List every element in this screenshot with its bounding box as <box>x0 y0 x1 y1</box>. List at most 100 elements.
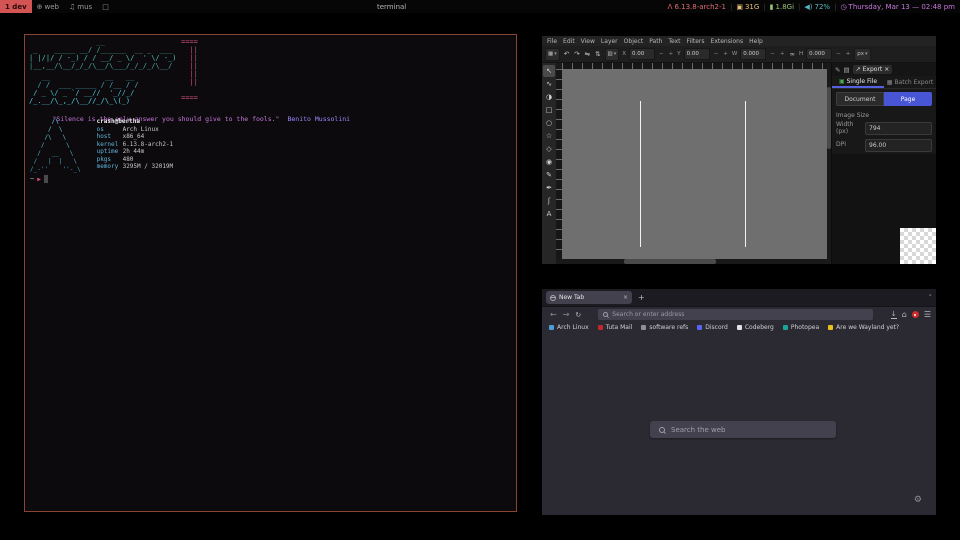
tab-batch-export[interactable]: ▦ Batch Export <box>884 76 936 88</box>
menu-filters[interactable]: Filters <box>687 38 705 45</box>
fetch-output: /\ / \ /\ \ / \ / __ \ / | | \ /_-'' ''-… <box>30 118 173 174</box>
close-tab-icon[interactable]: × <box>623 294 628 301</box>
rotate-cw-icon[interactable]: ↷ <box>573 50 580 58</box>
workspace-web[interactable]: ⊕ web <box>32 0 64 13</box>
decrement-button[interactable]: − <box>769 51 776 57</box>
flip-vertical-icon[interactable]: ⇅ <box>594 50 601 58</box>
horizontal-scrollbar[interactable] <box>562 259 827 264</box>
search-icon <box>603 312 608 317</box>
y-input[interactable]: 0.00 <box>684 48 710 60</box>
home-icon[interactable]: ⌂ <box>902 310 907 319</box>
calligraphy-tool[interactable]: ʃ <box>543 195 555 207</box>
width-row: Width (px) 794 <box>832 120 936 137</box>
x-input[interactable]: 0.00 <box>629 48 655 60</box>
increment-button[interactable]: + <box>668 51 675 57</box>
rotate-ccw-icon[interactable]: ↶ <box>563 50 570 58</box>
rectangle-tool[interactable]: □ <box>543 104 555 116</box>
increment-button[interactable]: + <box>722 51 729 57</box>
download-icon[interactable]: ↓ <box>891 311 897 319</box>
decrement-button[interactable]: − <box>658 51 665 57</box>
menu-text[interactable]: Text <box>668 38 680 45</box>
forward-button[interactable]: → <box>560 310 573 319</box>
bookmark-arch-linux[interactable]: Arch Linux <box>549 324 589 331</box>
drawing-canvas[interactable] <box>562 69 827 259</box>
shape-builder-tool[interactable]: ◑ <box>543 91 555 103</box>
width-input[interactable]: 0.000 <box>740 48 766 60</box>
menu-help[interactable]: Help <box>749 38 763 45</box>
export-dpi-input[interactable]: 96.00 <box>865 139 932 152</box>
export-dialog-tab[interactable]: ↗ Export × <box>853 65 893 74</box>
menu-view[interactable]: View <box>581 38 595 45</box>
decrement-button[interactable]: − <box>835 51 842 57</box>
menu-edit[interactable]: Edit <box>563 38 575 45</box>
rows-icon: ▥ <box>608 51 613 57</box>
close-icon[interactable]: × <box>884 66 889 73</box>
url-placeholder: Search or enter address <box>612 311 684 318</box>
reload-button[interactable]: ↻ <box>572 311 584 319</box>
scrollbar-thumb[interactable] <box>624 259 716 264</box>
url-bar[interactable]: Search or enter address <box>598 309 873 320</box>
ascii-banner-exclamation: ==== || || || || || ==== <box>181 38 198 102</box>
menu-object[interactable]: Object <box>624 38 644 45</box>
extension-icon[interactable] <box>912 311 919 318</box>
menu-path[interactable]: Path <box>649 38 662 45</box>
menu-layer[interactable]: Layer <box>601 38 618 45</box>
decrement-button[interactable]: − <box>713 51 720 57</box>
align-dropdown[interactable]: ▥ ▾ <box>605 48 620 61</box>
increment-button[interactable]: + <box>845 51 852 57</box>
web-search-input[interactable]: Search the web <box>650 421 836 438</box>
height-input[interactable]: 0.000 <box>806 48 832 60</box>
bookmark-tuta-mail[interactable]: Tuta Mail <box>598 324 633 331</box>
fetch-row-pkgs: pkgs480 <box>97 156 174 164</box>
pencil-icon[interactable]: ✎ <box>835 66 840 74</box>
document-button[interactable]: Document <box>836 92 884 106</box>
bookmark-codeberg[interactable]: Codeberg <box>737 324 774 331</box>
prompt-path: ~ <box>30 175 34 183</box>
increment-button[interactable]: + <box>779 51 786 57</box>
terminal-window[interactable]: __ _ _____ __/ /______ __ _ ___ | |/|/ /… <box>24 34 517 512</box>
units-dropdown[interactable]: px ▾ <box>854 48 870 61</box>
ellipse-tool[interactable]: ○ <box>543 117 555 129</box>
list-all-tabs-icon[interactable]: ˅ <box>929 294 933 302</box>
tool-controls-bar: ▦ ▾ ↶ ↷ ⇋ ⇅ ▥ ▾ X 0.00 − + Y 0.00 − + W … <box>542 46 936 63</box>
node-editor-tool[interactable]: ∿ <box>543 78 555 90</box>
spiral-tool[interactable]: ◉ <box>543 156 555 168</box>
shell-prompt[interactable]: ~ ▶ <box>30 175 48 183</box>
fetch-row-uptime: uptime2h 44m <box>97 148 174 156</box>
workspace-music[interactable]: ♫ mus <box>64 0 97 13</box>
tab-new-tab[interactable]: New Tab × <box>546 291 632 304</box>
bookmark-folder-software-refs[interactable]: software refs <box>641 324 688 331</box>
pen-tool[interactable]: ✒ <box>543 182 555 194</box>
flip-horizontal-icon[interactable]: ⇋ <box>584 50 591 58</box>
box3d-tool[interactable]: ◇ <box>543 143 555 155</box>
lock-ratio-icon[interactable]: ∞ <box>789 50 796 58</box>
menu-extensions[interactable]: Extensions <box>711 38 744 45</box>
vertical-scrollbar[interactable] <box>827 69 831 259</box>
browser-window[interactable]: New Tab × + ˅ ← → ↻ Search or enter addr… <box>542 289 936 515</box>
workspace-dev[interactable]: 1 dev <box>0 0 32 13</box>
selection-mode-dropdown[interactable]: ▦ ▾ <box>545 48 560 61</box>
inkscape-window[interactable]: File Edit View Layer Object Path Text Fi… <box>542 36 936 264</box>
new-tab-button[interactable]: + <box>638 293 645 302</box>
text-tool[interactable]: A <box>543 208 555 220</box>
layers-icon[interactable]: ▤ <box>843 66 849 74</box>
menu-icon[interactable]: ☰ <box>924 310 931 319</box>
workspace-label: mus <box>77 3 92 11</box>
pencil-tool[interactable]: ✎ <box>543 169 555 181</box>
export-panel: ✎ ▤ ↗ Export × ▣ Single File ▦ Ba <box>831 63 936 264</box>
personalize-gear-icon[interactable]: ⚙ <box>914 495 922 505</box>
scrollbar-thumb[interactable] <box>827 87 831 149</box>
bookmark-photopea[interactable]: Photopea <box>783 324 819 331</box>
export-width-input[interactable]: 794 <box>865 122 932 135</box>
tab-single-file[interactable]: ▣ Single File <box>832 76 884 88</box>
workspace-empty[interactable]: □ <box>97 0 114 13</box>
bookmark-discord[interactable]: Discord <box>697 324 728 331</box>
fetch-info: crash@bertha osArch Linux hostx86_64 ker… <box>97 118 174 174</box>
star-tool[interactable]: ☆ <box>543 130 555 142</box>
page-button[interactable]: Page <box>884 92 932 106</box>
quote-author: Benito Mussolini <box>287 115 350 123</box>
back-button[interactable]: ← <box>547 310 560 319</box>
bookmark-are-we-wayland-yet[interactable]: Are we Wayland yet? <box>828 324 899 331</box>
selector-tool[interactable]: ↖ <box>543 65 555 77</box>
menu-file[interactable]: File <box>547 38 557 45</box>
